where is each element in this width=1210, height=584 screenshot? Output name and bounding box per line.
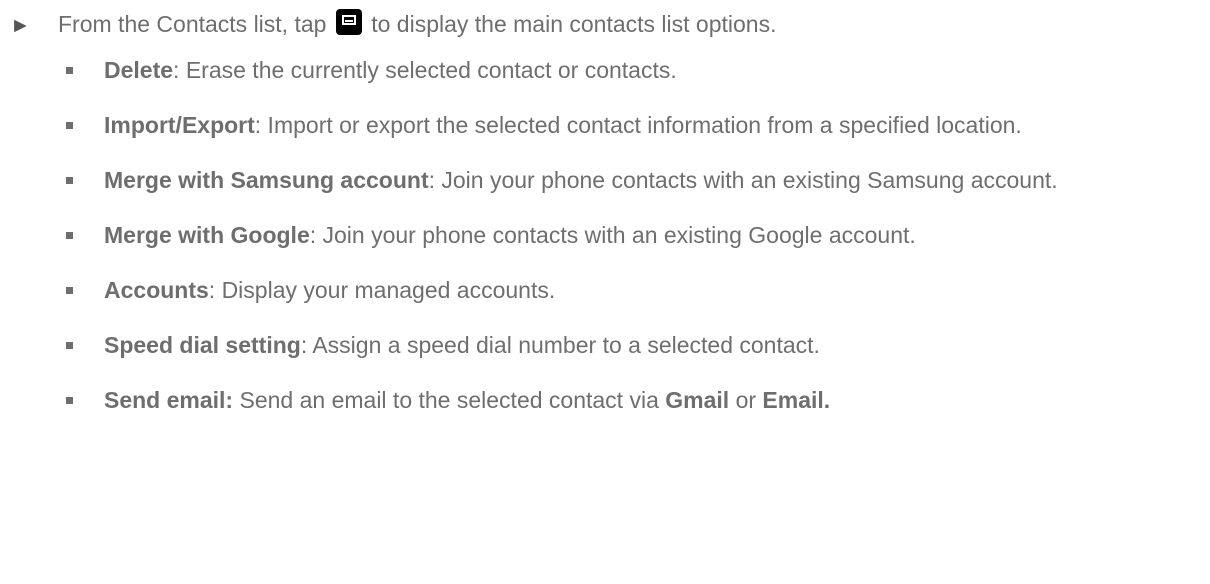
option-term: Send email:: [104, 387, 234, 413]
bullet-icon: [66, 232, 73, 239]
option-description: : Join your phone contacts with an exist…: [428, 167, 1058, 193]
option-term: Accounts: [104, 277, 209, 303]
bullet-icon: [66, 287, 73, 294]
bullet-icon: [66, 67, 73, 74]
option-description: : Assign a speed dial number to a select…: [300, 332, 820, 358]
option-accounts: Accounts: Display your managed accounts.: [66, 274, 1196, 307]
option-description: : Join your phone contacts with an exist…: [309, 222, 916, 248]
option-merge-samsung: Merge with Samsung account: Join your ph…: [66, 164, 1196, 197]
bullet-icon: [66, 342, 73, 349]
option-description: Send an email to the selected contact vi…: [233, 387, 666, 413]
option-send-email: Send email: Send an email to the selecte…: [66, 384, 1196, 417]
bullet-icon: [66, 122, 73, 129]
app-name-email: Email.: [762, 387, 831, 413]
step-text-before: From the Contacts list, tap: [58, 11, 327, 37]
bullet-icon: [66, 397, 73, 404]
option-description: : Import or export the selected contact …: [254, 112, 1022, 138]
app-name-gmail: Gmail: [665, 387, 730, 413]
option-term: Import/Export: [104, 112, 255, 138]
menu-icon: [335, 9, 362, 35]
option-description: : Display your managed accounts.: [208, 277, 556, 303]
bullet-icon: [66, 177, 73, 184]
option-term: Merge with Google: [104, 222, 310, 248]
step-instruction: ► From the Contacts list, tap to display …: [10, 8, 1190, 42]
option-term: Delete: [104, 57, 174, 83]
option-term: Merge with Samsung account: [104, 167, 429, 193]
option-merge-google: Merge with Google: Join your phone conta…: [66, 219, 1196, 252]
option-description-conjunction: or: [729, 387, 763, 413]
step-arrow-icon: ►: [10, 14, 31, 37]
option-description: : Erase the currently selected contact o…: [173, 57, 677, 83]
options-list: Delete: Erase the currently selected con…: [66, 54, 1196, 439]
option-term: Speed dial setting: [104, 332, 301, 358]
option-delete: Delete: Erase the currently selected con…: [66, 54, 1196, 87]
step-text-after: to display the main contacts list option…: [371, 11, 777, 37]
document-page: ► From the Contacts list, tap to display …: [0, 0, 1210, 584]
option-import-export: Import/Export: Import or export the sele…: [66, 109, 1196, 142]
option-speed-dial: Speed dial setting: Assign a speed dial …: [66, 329, 1196, 362]
